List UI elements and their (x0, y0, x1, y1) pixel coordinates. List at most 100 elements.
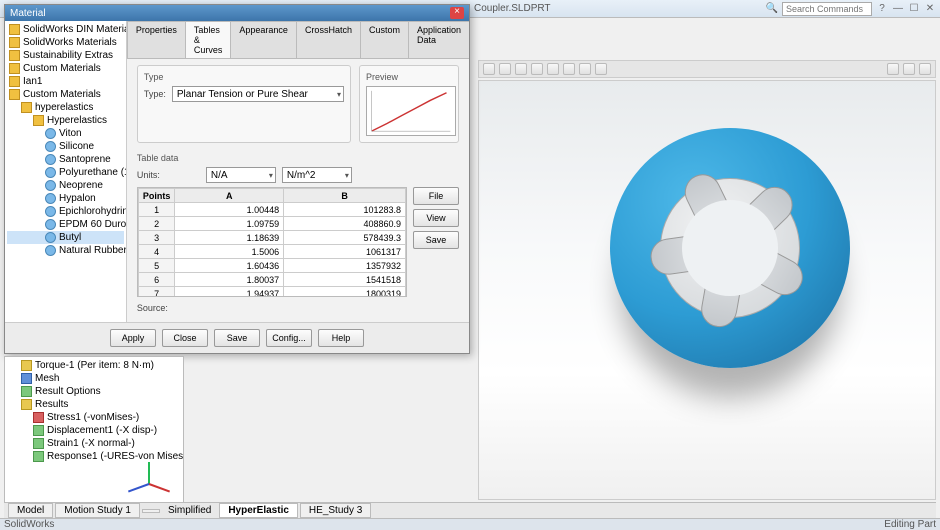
bottom-tab[interactable]: Model (8, 503, 53, 518)
tree-item[interactable]: Santoprene (7, 153, 124, 166)
tool-icon[interactable] (919, 63, 931, 75)
tool-icon[interactable] (547, 63, 559, 75)
cell-b[interactable]: 1541518 (284, 273, 406, 287)
table-row[interactable]: 21.09759408860.9 (138, 217, 405, 231)
tree-item[interactable]: Hypalon (7, 192, 124, 205)
tree-item[interactable]: hyperelastics (7, 101, 124, 114)
cell-a[interactable]: 1.09759 (175, 217, 284, 231)
viewport-3d[interactable] (478, 80, 936, 500)
feature-label: Stress1 (-vonMises-) (47, 412, 139, 423)
cell-a[interactable]: 1.94937 (175, 287, 284, 298)
tool-icon[interactable] (595, 63, 607, 75)
bottom-tab[interactable] (142, 509, 160, 513)
tool-icon[interactable] (903, 63, 915, 75)
type-dropdown[interactable]: Planar Tension or Pure Shear (172, 86, 344, 102)
table-row[interactable]: 51.604361357932 (138, 259, 405, 273)
cell-a[interactable]: 1.80037 (175, 273, 284, 287)
tool-icon[interactable] (483, 63, 495, 75)
save-curve-button[interactable]: Save (413, 231, 459, 249)
dialog-titlebar[interactable]: Material × (5, 5, 469, 21)
tool-icon[interactable] (531, 63, 543, 75)
config-button[interactable]: Config... (266, 329, 312, 347)
bottom-tab[interactable]: HE_Study 3 (300, 503, 371, 518)
bottom-tab[interactable]: HyperElastic (219, 503, 298, 518)
tree-item[interactable]: Polyurethane (11671) (7, 166, 124, 179)
table-row[interactable]: 71.949371800319 (138, 287, 405, 298)
tree-item[interactable]: Custom Materials (7, 88, 124, 101)
cell-b[interactable]: 408860.9 (284, 217, 406, 231)
close-button[interactable]: Close (162, 329, 208, 347)
tree-item[interactable]: EPDM 60 Durometer (7, 218, 124, 231)
bottom-tab[interactable]: Motion Study 1 (55, 503, 140, 518)
search-icon[interactable]: 🔍 (766, 3, 778, 15)
tree-item[interactable]: Epichlorohydrin (7, 205, 124, 218)
tree-item[interactable]: Natural Rubber 50pph Carbon Black (7, 244, 124, 257)
cell-a[interactable]: 1.18639 (175, 231, 284, 245)
max-icon[interactable]: ☐ (908, 3, 920, 15)
material-tree[interactable]: SolidWorks DIN MaterialsSolidWorks Mater… (5, 21, 127, 322)
tool-icon[interactable] (499, 63, 511, 75)
tool-icon[interactable] (563, 63, 575, 75)
tab-custom[interactable]: Custom (360, 21, 409, 58)
tree-item[interactable]: Butyl (7, 231, 124, 244)
col-points: Points (138, 189, 175, 203)
feature-item[interactable]: Strain1 (-X normal-) (7, 437, 181, 450)
tree-item[interactable]: SolidWorks Materials (7, 36, 124, 49)
feature-icon (21, 360, 32, 371)
coupler-part (610, 128, 850, 368)
cell-a[interactable]: 1.60436 (175, 259, 284, 273)
units-b-dropdown[interactable]: N/m^2 (282, 167, 352, 183)
table-row[interactable]: 41.50061061317 (138, 245, 405, 259)
tab-crosshatch[interactable]: CrossHatch (296, 21, 361, 58)
cell-b[interactable]: 101283.8 (284, 203, 406, 217)
tab-tables-curves[interactable]: Tables & Curves (185, 21, 232, 58)
feature-item[interactable]: Torque-1 (Per item: 8 N·m) (7, 359, 181, 372)
tab-application-data[interactable]: Application Data (408, 21, 469, 58)
min-icon[interactable]: — (892, 3, 904, 15)
cell-a[interactable]: 1.00448 (175, 203, 284, 217)
feature-item[interactable]: Mesh (7, 372, 181, 385)
cell-b[interactable]: 1061317 (284, 245, 406, 259)
tree-item[interactable]: Ian1 (7, 75, 124, 88)
file-button[interactable]: File (413, 187, 459, 205)
cell-b[interactable]: 1357932 (284, 259, 406, 273)
table-row[interactable]: 61.800371541518 (138, 273, 405, 287)
feature-item[interactable]: Displacement1 (-X disp-) (7, 424, 181, 437)
help-icon[interactable]: ? (876, 3, 888, 15)
table-scroll[interactable]: Points A B 11.00448101283.821.0975940886… (137, 187, 407, 297)
folder-icon (9, 63, 20, 74)
tool-icon[interactable] (579, 63, 591, 75)
tool-icon[interactable] (515, 63, 527, 75)
dialog-tabs: PropertiesTables & CurvesAppearanceCross… (127, 21, 469, 59)
feature-label: Torque-1 (Per item: 8 N·m) (35, 360, 154, 371)
help-button[interactable]: Help (318, 329, 364, 347)
material-icon (45, 141, 56, 152)
tree-item[interactable]: Hyperelastics (7, 114, 124, 127)
table-row[interactable]: 31.18639578439.3 (138, 231, 405, 245)
feature-item[interactable]: Results (7, 398, 181, 411)
close-icon[interactable]: ✕ (924, 3, 936, 15)
document-title: Coupler.SLDPRT (474, 3, 551, 14)
tab-appearance[interactable]: Appearance (230, 21, 297, 58)
cell-b[interactable]: 578439.3 (284, 231, 406, 245)
apply-button[interactable]: Apply (110, 329, 156, 347)
tree-item[interactable]: Sustainability Extras (7, 49, 124, 62)
tab-properties[interactable]: Properties (127, 21, 186, 58)
tree-item[interactable]: Viton (7, 127, 124, 140)
feature-item[interactable]: Stress1 (-vonMises-) (7, 411, 181, 424)
cell-a[interactable]: 1.5006 (175, 245, 284, 259)
dialog-close-button[interactable]: × (450, 7, 464, 19)
feature-item[interactable]: Result Options (7, 385, 181, 398)
save-button[interactable]: Save (214, 329, 260, 347)
tree-item[interactable]: Silicone (7, 140, 124, 153)
table-row[interactable]: 11.00448101283.8 (138, 203, 405, 217)
tree-item[interactable]: SolidWorks DIN Materials (7, 23, 124, 36)
search-input[interactable] (782, 2, 872, 16)
tree-item[interactable]: Neoprene (7, 179, 124, 192)
view-button[interactable]: View (413, 209, 459, 227)
units-a-dropdown[interactable]: N/A (206, 167, 276, 183)
tree-item-label: Viton (59, 128, 82, 139)
tool-icon[interactable] (887, 63, 899, 75)
cell-b[interactable]: 1800319 (284, 287, 406, 298)
tree-item[interactable]: Custom Materials (7, 62, 124, 75)
